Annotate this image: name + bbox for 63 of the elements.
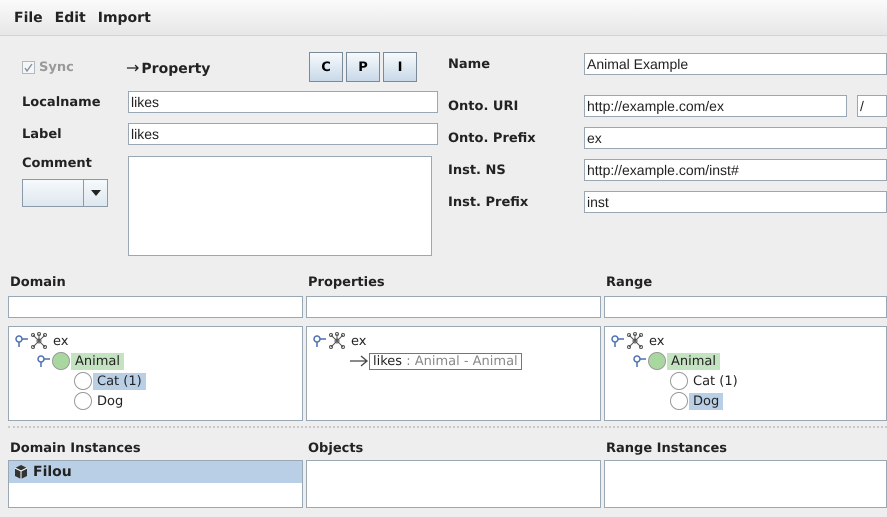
- text-field[interactable]: likes: [128, 123, 438, 145]
- entity-type-label: →Property: [126, 58, 212, 76]
- panel-title: Properties: [307, 274, 386, 290]
- network-icon: [29, 332, 49, 350]
- circle-icon: [51, 351, 71, 371]
- tree-node[interactable]: Dog: [93, 392, 128, 410]
- network-icon: [327, 332, 347, 350]
- circle-icon: [73, 391, 93, 411]
- tree-node[interactable]: Animal: [667, 352, 720, 370]
- type-button[interactable]: I: [383, 52, 417, 82]
- filter-field[interactable]: [306, 296, 601, 318]
- type-button[interactable]: P: [346, 52, 380, 82]
- comment-field[interactable]: [128, 156, 432, 256]
- filter-field[interactable]: [604, 296, 887, 318]
- menu-item[interactable]: Edit: [54, 10, 86, 26]
- language-dropdown[interactable]: [22, 179, 108, 207]
- tree-handle-icon[interactable]: [633, 354, 647, 368]
- panel-title: Objects: [307, 440, 364, 456]
- menu-item[interactable]: Import: [98, 10, 151, 26]
- circle-icon: [647, 351, 667, 371]
- circle-icon: [669, 371, 689, 391]
- sync-label: Sync: [39, 60, 74, 74]
- tree-node[interactable]: Cat (1): [93, 372, 146, 390]
- tree-node[interactable]: Animal: [71, 352, 124, 370]
- tree-handle-icon[interactable]: [313, 334, 327, 348]
- tree-node[interactable]: Cat (1): [689, 372, 742, 390]
- type-button[interactable]: C: [309, 52, 343, 82]
- field-label: Inst. NS: [448, 162, 507, 178]
- menu-item[interactable]: File: [14, 10, 43, 26]
- panel-title: Domain Instances: [9, 440, 142, 456]
- instance-item[interactable]: Filou: [9, 461, 302, 483]
- network-icon: [625, 332, 645, 350]
- tree-node[interactable]: ex: [49, 332, 72, 350]
- panel-title: Range: [605, 274, 654, 290]
- field-label: Onto. URI: [448, 98, 520, 114]
- field-label: Localname: [22, 94, 102, 110]
- tree-handle-icon[interactable]: [15, 334, 29, 348]
- text-field[interactable]: inst: [584, 191, 887, 213]
- field-label: Label: [22, 126, 63, 142]
- filter-field[interactable]: [8, 296, 303, 318]
- text-field[interactable]: http://example.com/inst#: [584, 159, 887, 181]
- field-label: Onto. Prefix: [448, 130, 537, 146]
- circle-icon: [669, 391, 689, 411]
- text-field[interactable]: http://example.com/ex: [584, 95, 847, 117]
- tree-node[interactable]: likes : Animal - Animal: [369, 352, 522, 370]
- panel-title: Domain: [9, 274, 67, 290]
- caret-icon: [90, 190, 100, 196]
- separator-field[interactable]: /: [857, 95, 887, 117]
- cube-icon: [13, 464, 29, 480]
- tree-node[interactable]: Dog: [689, 392, 724, 410]
- tree-handle-icon[interactable]: [611, 334, 625, 348]
- tree-node[interactable]: ex: [645, 332, 668, 350]
- text-field[interactable]: Animal Example: [584, 53, 887, 75]
- text-field[interactable]: ex: [584, 127, 887, 149]
- text-field[interactable]: likes: [128, 91, 438, 113]
- panel-title: Range Instances: [605, 440, 728, 456]
- tree-handle-icon[interactable]: [37, 354, 51, 368]
- tree-node[interactable]: ex: [347, 332, 370, 350]
- arrow-icon: [349, 355, 369, 367]
- field-label: Inst. Prefix: [448, 194, 530, 210]
- field-label: Name: [448, 56, 492, 72]
- comment-label: Comment: [22, 156, 93, 171]
- circle-icon: [73, 371, 93, 391]
